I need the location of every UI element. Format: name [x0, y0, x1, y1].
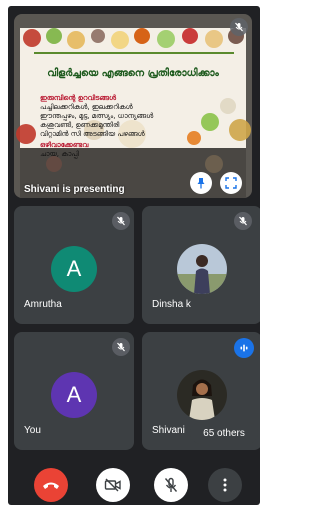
slide-line: ഒഴിവാക്കേണ്ടവ — [40, 141, 89, 149]
pin-icon — [197, 178, 205, 189]
camera-off-icon — [104, 478, 121, 492]
avatar: A — [51, 246, 97, 292]
more-options-button[interactable] — [208, 468, 242, 502]
slide-line: ഈന്തപ്പഴം, മുട്ട, മത്സ്യം, ധാന്യങ്ങൾ — [40, 112, 154, 120]
participant-name: Shivani — [152, 425, 185, 436]
camera-toggle-button[interactable] — [96, 468, 130, 502]
presentation-tile[interactable]: വിളർച്ചയെ എങ്ങനെ പ്രതിരോധിക്കാം ഇരുമ്പിന… — [14, 14, 252, 198]
more-vert-icon — [223, 478, 227, 492]
slide-line: കശുവണ്ടി, ഉണക്കമുന്തിരി — [40, 121, 120, 129]
mic-off-icon — [112, 212, 130, 230]
fullscreen-icon — [225, 177, 237, 189]
end-call-icon — [43, 482, 59, 489]
avatar — [177, 370, 227, 420]
avatar: A — [51, 372, 97, 418]
presenter-label: Shivani is presenting — [24, 184, 125, 195]
participant-name: Dinsha k — [152, 299, 191, 310]
mic-off-icon — [164, 477, 178, 492]
slide-title: വിളർച്ചയെ എങ്ങനെ പ്രതിരോധിക്കാം — [47, 68, 219, 79]
slide-line: ഇരുമ്പിന്റെ ഉറവിടങ്ങൾ — [40, 94, 117, 102]
fullscreen-button[interactable] — [220, 172, 242, 194]
participant-tile-dinsha[interactable]: Dinsha k — [142, 206, 260, 324]
pin-button[interactable] — [190, 172, 212, 194]
mic-toggle-button[interactable] — [154, 468, 188, 502]
avatar — [177, 244, 227, 294]
participant-name: You — [24, 425, 41, 436]
meet-call-screen: വിളർച്ചയെ എങ്ങനെ പ്രതിരോധിക്കാം ഇരുമ്പിന… — [8, 6, 260, 505]
audio-level-icon — [234, 338, 254, 358]
participant-name: Amrutha — [24, 299, 62, 310]
slide-line: ചായ, കാപ്പി — [40, 150, 79, 158]
slide-line: പച്ചിലക്കറികൾ, ഇലക്കറികൾ — [40, 103, 133, 111]
slide-line: വിറ്റാമിൻ സി അടങ്ങിയ പഴങ്ങൾ — [40, 130, 145, 138]
participant-tile-amrutha[interactable]: A Amrutha — [14, 206, 134, 324]
slide-content: ഇരുമ്പിന്റെ ഉറവിടങ്ങൾ പച്ചിലക്കറികൾ, ഇലക്… — [40, 92, 240, 159]
mic-off-icon — [112, 338, 130, 356]
end-call-button[interactable] — [34, 468, 68, 502]
participant-tile-you[interactable]: A You — [14, 332, 134, 450]
presentation-mic-off-icon — [230, 18, 248, 36]
mic-off-icon — [234, 212, 252, 230]
others-count-pill[interactable]: 65 others — [190, 422, 258, 444]
